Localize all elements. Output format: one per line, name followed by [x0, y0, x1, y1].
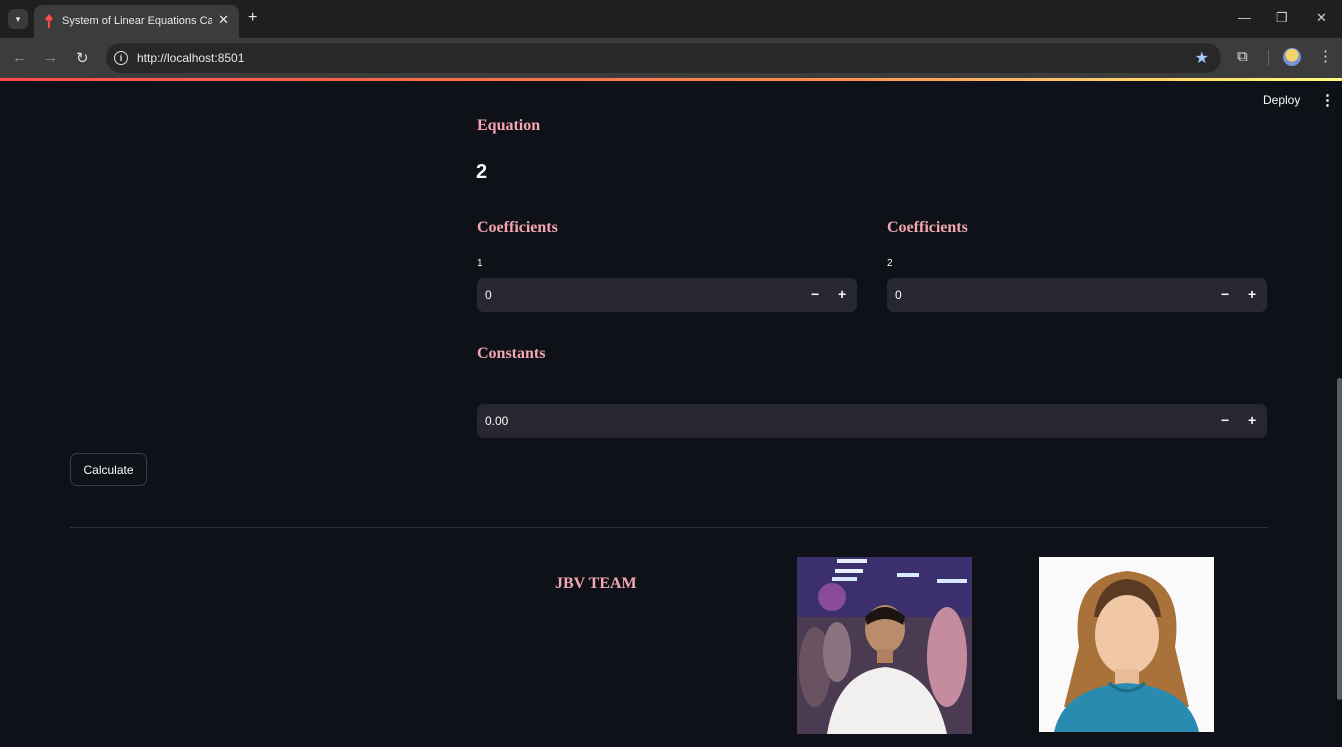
- restore-icon[interactable]: ❐: [1276, 10, 1288, 26]
- streamlit-favicon-icon: [45, 14, 53, 28]
- coefficients-heading-1: Coefficients: [477, 219, 558, 236]
- increment-icon[interactable]: +: [1248, 412, 1256, 428]
- coefficients-heading-2: Coefficients: [887, 219, 968, 236]
- decrement-icon[interactable]: −: [1221, 286, 1229, 302]
- browser-tab[interactable]: System of Linear Equations Calc ✕: [34, 5, 239, 38]
- coefficient-label-1: 1: [477, 258, 483, 269]
- calculate-button[interactable]: Calculate: [70, 453, 147, 486]
- increment-icon[interactable]: +: [1248, 286, 1256, 302]
- bookmark-star-icon[interactable]: ★: [1195, 48, 1209, 68]
- app-menu-icon[interactable]: ⋮: [1320, 91, 1335, 109]
- decrement-icon[interactable]: −: [1221, 412, 1229, 428]
- decrement-icon[interactable]: −: [811, 286, 819, 302]
- browser-tab-bar: ▾ System of Linear Equations Calc ✕ + — …: [0, 0, 1342, 38]
- window-close-icon[interactable]: ✕: [1316, 10, 1327, 26]
- browser-menu-icon[interactable]: ⋮: [1318, 47, 1333, 65]
- tab-search-icon[interactable]: ▾: [8, 9, 28, 29]
- equation-number: 2: [476, 161, 488, 183]
- url-text[interactable]: http://localhost:8501: [137, 51, 244, 65]
- toolbar-separator: [1268, 50, 1269, 66]
- address-bar[interactable]: i http://localhost:8501 ★: [106, 43, 1221, 73]
- constant-value[interactable]: 0.00: [485, 414, 508, 428]
- equation-heading: Equation: [477, 117, 541, 134]
- coefficient-input-2[interactable]: 0 − +: [887, 278, 1267, 312]
- reload-icon[interactable]: ↻: [76, 49, 89, 67]
- team-member-photo-2: [1039, 557, 1214, 732]
- profile-avatar[interactable]: [1283, 48, 1301, 66]
- coefficient-label-2: 2: [887, 258, 893, 269]
- extensions-icon[interactable]: ⧉: [1237, 48, 1248, 65]
- constant-input[interactable]: 0.00 − +: [477, 404, 1267, 438]
- app-main: Deploy ⋮ Equation 2 Coefficients 1 0 − +…: [0, 81, 1342, 747]
- tab-title: System of Linear Equations Calc: [62, 15, 212, 27]
- deploy-button[interactable]: Deploy: [1263, 93, 1300, 107]
- back-icon[interactable]: ←: [12, 49, 27, 66]
- tab-close-icon[interactable]: ✕: [218, 12, 229, 28]
- coefficient-input-1[interactable]: 0 − +: [477, 278, 857, 312]
- browser-toolbar: ← → ↻ i http://localhost:8501 ★ ⧉ ⋮: [0, 38, 1342, 78]
- divider: [70, 527, 1268, 528]
- new-tab-icon[interactable]: +: [248, 9, 257, 27]
- team-heading: JBV TEAM: [555, 575, 637, 592]
- coefficient-value-1[interactable]: 0: [485, 288, 492, 302]
- increment-icon[interactable]: +: [838, 286, 846, 302]
- constants-heading: Constants: [477, 345, 546, 362]
- coefficient-value-2[interactable]: 0: [895, 288, 902, 302]
- minimize-icon[interactable]: —: [1238, 10, 1251, 25]
- page-scrollbar[interactable]: [1337, 378, 1342, 700]
- site-info-icon[interactable]: i: [114, 51, 128, 65]
- team-member-photo-1: [797, 557, 972, 734]
- forward-icon[interactable]: →: [43, 49, 58, 66]
